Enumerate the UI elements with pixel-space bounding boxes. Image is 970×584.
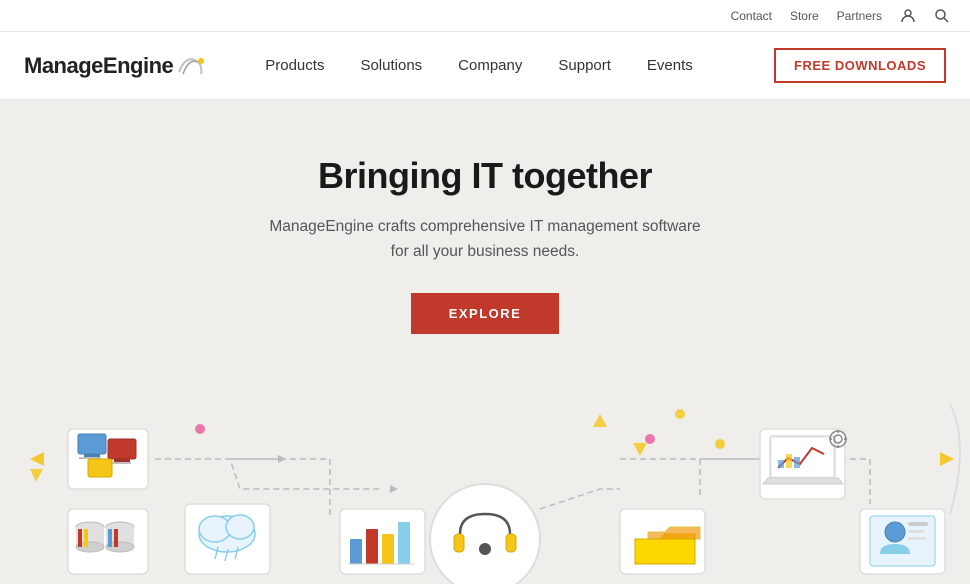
hero-illustration [0, 364, 970, 584]
search-icon[interactable] [934, 8, 950, 24]
logo-text: ManageEngine [24, 53, 173, 79]
illustration-area [0, 364, 970, 584]
partners-link[interactable]: Partners [837, 9, 882, 23]
hero-headline: Bringing IT together [20, 155, 950, 197]
user-icon[interactable] [900, 8, 916, 24]
contact-link[interactable]: Contact [731, 9, 772, 23]
hero-subtext: ManageEngine crafts comprehensive IT man… [20, 215, 950, 265]
logo-icon [175, 54, 205, 78]
store-link[interactable]: Store [790, 9, 819, 23]
main-nav: ManageEngine Products Solutions Company … [0, 32, 970, 100]
nav-solutions[interactable]: Solutions [360, 57, 422, 74]
free-downloads-button[interactable]: FREE DOWNLOADS [774, 48, 946, 83]
nav-company[interactable]: Company [458, 57, 522, 74]
nav-products[interactable]: Products [265, 57, 324, 74]
logo[interactable]: ManageEngine [24, 53, 205, 79]
nav-links: Products Solutions Company Support Event… [265, 57, 774, 74]
hero-section: Bringing IT together ManageEngine crafts… [0, 100, 970, 354]
nav-support[interactable]: Support [558, 57, 611, 74]
nav-events[interactable]: Events [647, 57, 693, 74]
utility-bar: Contact Store Partners [0, 0, 970, 32]
explore-button[interactable]: EXPLORE [411, 293, 560, 334]
